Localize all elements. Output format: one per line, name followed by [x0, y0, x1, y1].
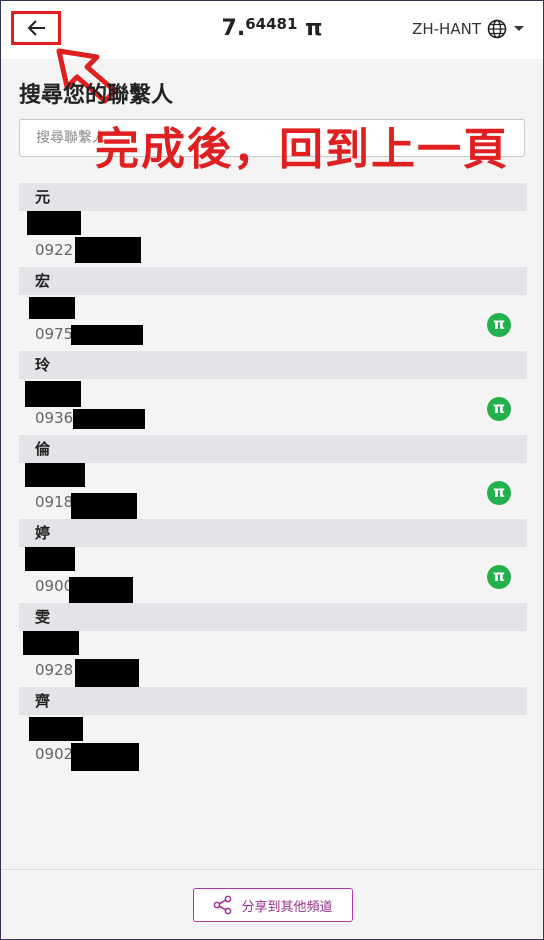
share-label: 分享到其他頻道 — [241, 899, 333, 915]
contact-row[interactable]: 0936 π — [19, 379, 527, 435]
redacted-phone-block — [71, 743, 139, 771]
pi-unit: π — [305, 16, 323, 41]
contact-phone-prefix: 0975 — [35, 325, 74, 343]
contact-phone-prefix: 0918 — [35, 493, 74, 511]
share-button[interactable]: 分享到其他頻道 — [193, 888, 353, 922]
footer: 分享到其他頻道 — [1, 869, 543, 939]
redacted-phone-block — [73, 409, 145, 429]
contact-phone-prefix: 0936 — [35, 409, 74, 427]
redacted-phone-block — [75, 659, 139, 687]
pi-user-badge-icon: π — [487, 565, 511, 589]
contact-phone-prefix: 0900 — [35, 577, 74, 595]
redacted-name-block — [23, 631, 79, 655]
redacted-phone-block — [75, 237, 141, 263]
contact-group-header: 元 — [19, 183, 527, 211]
balance-decimals: 64481 — [245, 15, 298, 33]
redacted-phone-block — [69, 577, 133, 603]
contact-group-header: 倫 — [19, 435, 527, 463]
app-frame: 7.64481 π ZH-HANT 搜尋您的聯繫人 完成後，回到上一頁 元 092… — [0, 0, 544, 940]
contact-group-header: 婷 — [19, 519, 527, 547]
pi-user-badge-icon: π — [487, 397, 511, 421]
redacted-phone-block — [71, 325, 143, 345]
language-label: ZH-HANT — [412, 20, 481, 38]
contact-phone-prefix: 0928 — [35, 661, 74, 679]
balance-main: 7. — [221, 16, 246, 41]
pi-user-badge-icon: π — [487, 481, 511, 505]
language-selector[interactable]: ZH-HANT — [412, 19, 525, 39]
contact-row[interactable]: 0928 — [19, 631, 527, 687]
globe-icon — [487, 19, 507, 39]
annotation-text: 完成後，回到上一頁 — [95, 124, 509, 175]
contact-group-header: 玲 — [19, 351, 527, 379]
redacted-name-block — [29, 717, 83, 741]
contact-row[interactable]: 0900 π — [19, 547, 527, 603]
pi-user-badge-icon: π — [487, 313, 511, 337]
redacted-name-block — [25, 463, 85, 487]
contact-row[interactable]: 0918 π — [19, 463, 527, 519]
contact-group-header: 宏 — [19, 267, 527, 295]
contact-row[interactable]: 0922 — [19, 211, 527, 267]
redacted-name-block — [25, 547, 75, 571]
contact-group-header: 雯 — [19, 603, 527, 631]
page-title: 搜尋您的聯繫人 — [19, 83, 174, 108]
redacted-name-block — [27, 211, 81, 235]
contact-row[interactable]: 0902 — [19, 715, 527, 771]
redacted-phone-block — [71, 493, 137, 519]
contact-row[interactable]: 0975 π — [19, 295, 527, 351]
contact-phone-prefix: 0922 — [35, 241, 74, 259]
redacted-name-block — [29, 297, 75, 319]
redacted-name-block — [25, 381, 81, 407]
contact-phone-prefix: 0902 — [35, 745, 74, 763]
contact-group-header: 齊 — [19, 687, 527, 715]
contact-list: 元 0922 宏 0975 π 玲 0936 π 倫 0918 π 婷 0900 π 雯 0928 齊 0902 — [19, 183, 527, 771]
share-icon — [214, 895, 232, 915]
caret-down-icon — [514, 26, 524, 31]
